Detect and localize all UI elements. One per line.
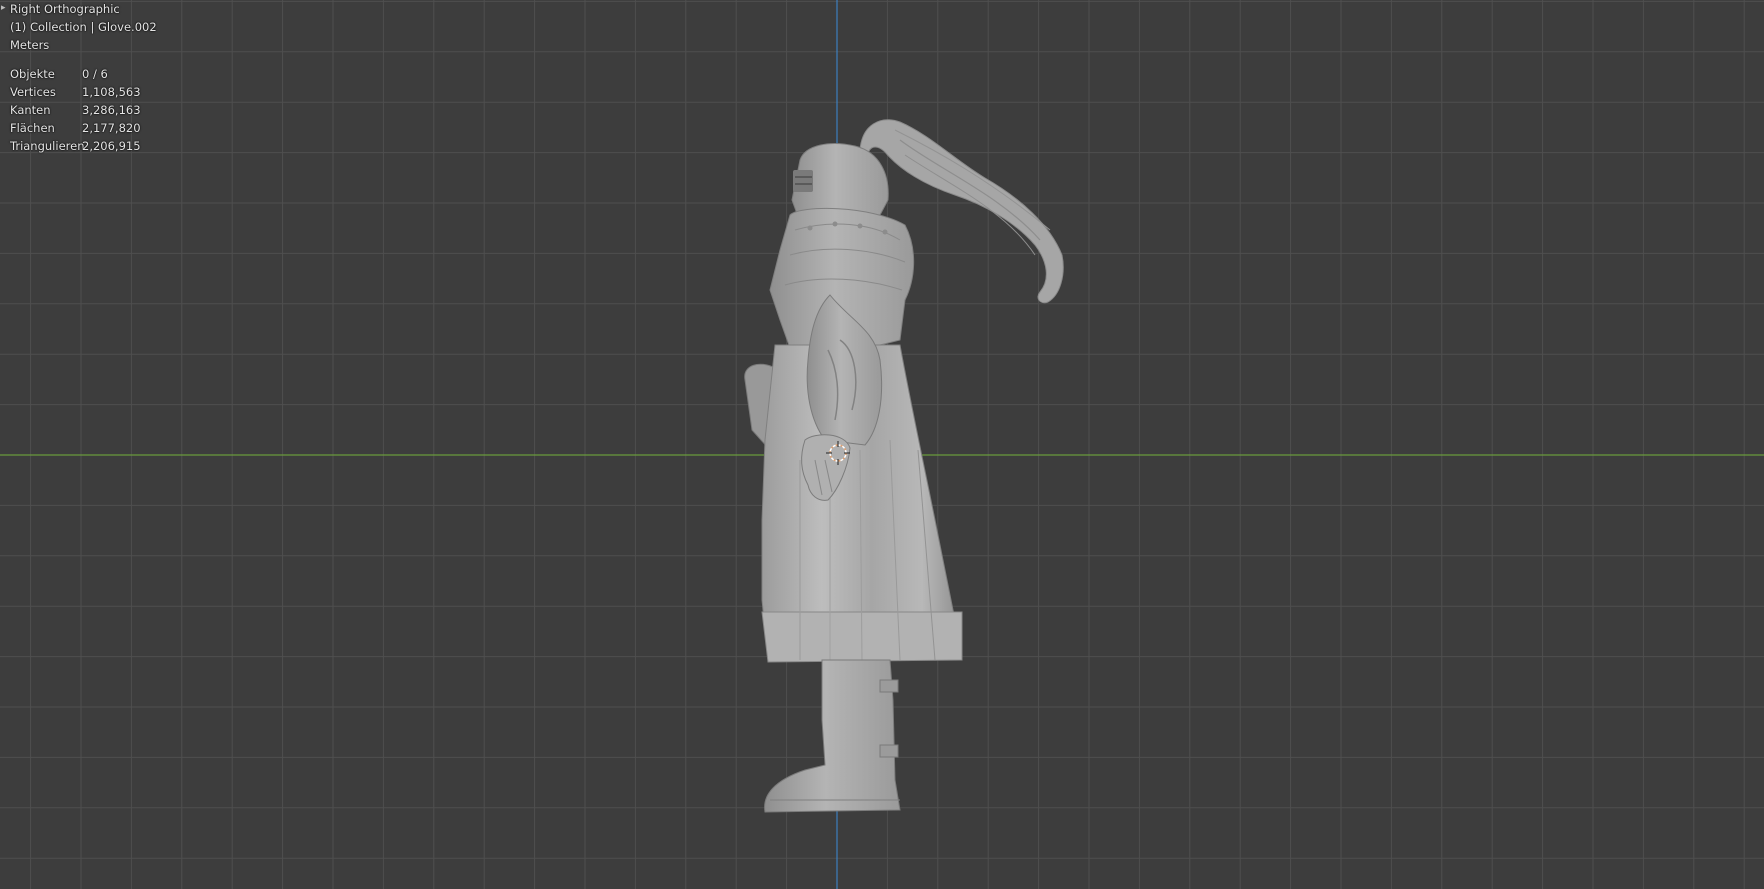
stat-value: 2,206,915 xyxy=(82,139,141,153)
stat-row-objects: Objekte 0 / 6 xyxy=(10,65,157,83)
stat-row-vertices: Vertices 1,108,563 xyxy=(10,83,157,101)
viewport-grid xyxy=(0,0,1764,889)
knight-model[interactable] xyxy=(744,119,1064,813)
stat-value: 2,177,820 xyxy=(82,121,141,135)
stat-row-faces: Flächen 2,177,820 xyxy=(10,119,157,137)
stat-value: 3,286,163 xyxy=(82,103,141,117)
scene-statistics: Objekte 0 / 6 Vertices 1,108,563 Kanten … xyxy=(10,65,157,155)
viewport-text-overlay: Right Orthographic (1) Collection | Glov… xyxy=(10,0,157,155)
stat-value: 0 / 6 xyxy=(82,67,108,81)
stat-label: Kanten xyxy=(10,103,51,117)
stat-label: Objekte xyxy=(10,67,55,81)
stat-value: 1,108,563 xyxy=(82,85,141,99)
unit-system: Meters xyxy=(10,38,50,52)
stat-label: Vertices xyxy=(10,85,56,99)
chevron-right-icon[interactable]: ▸ xyxy=(1,3,6,13)
view-name: Right Orthographic xyxy=(10,2,120,16)
3d-viewport[interactable]: ▸ Right Orthographic (1) Collection | Gl… xyxy=(0,0,1764,889)
stat-label: Flächen xyxy=(10,121,55,135)
stat-label: Triangulieren xyxy=(10,139,85,153)
stat-row-edges: Kanten 3,286,163 xyxy=(10,101,157,119)
stat-row-triangles: Triangulieren 2,206,915 xyxy=(10,137,157,155)
collection-info: (1) Collection | Glove.002 xyxy=(10,20,157,34)
